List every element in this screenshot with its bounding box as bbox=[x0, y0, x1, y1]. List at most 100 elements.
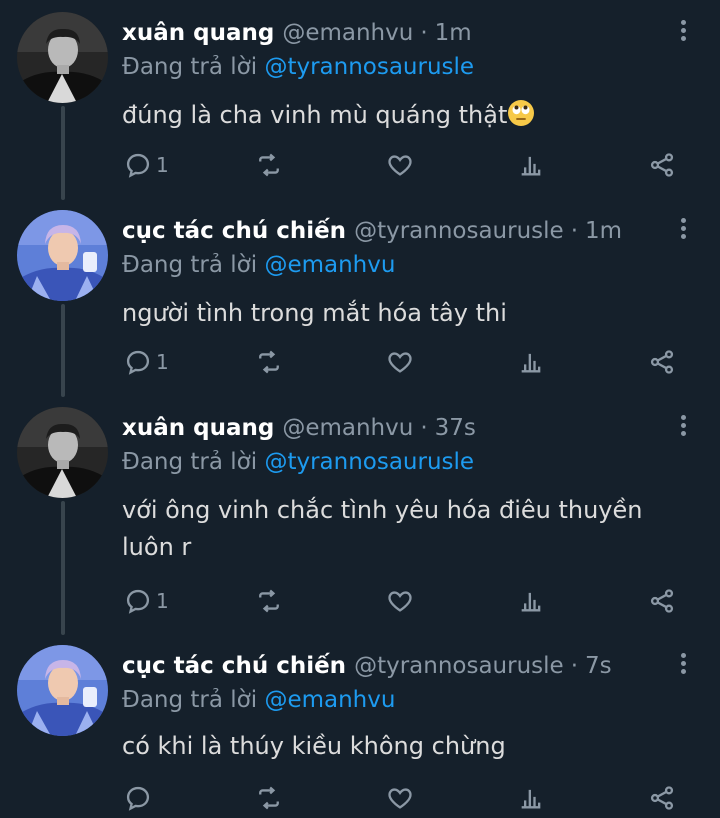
reply-count: 1 bbox=[156, 153, 169, 177]
reply-icon bbox=[124, 348, 152, 376]
share-icon bbox=[648, 348, 676, 376]
tweet-text-content: đúng là cha vinh mù quáng thật bbox=[122, 101, 508, 129]
avatar[interactable] bbox=[17, 645, 108, 736]
timestamp[interactable]: 1m bbox=[585, 218, 622, 244]
stats-icon bbox=[517, 784, 545, 812]
share-button[interactable] bbox=[648, 148, 676, 182]
face-with-rolling-eyes-icon bbox=[508, 100, 535, 126]
separator: · bbox=[570, 218, 578, 244]
reply-icon bbox=[124, 784, 152, 812]
like-icon bbox=[386, 348, 414, 376]
tweet[interactable]: cục tác chú chiến @tyrannosaurusle · 7s … bbox=[0, 633, 720, 818]
retweet-icon bbox=[255, 348, 283, 376]
analytics-button[interactable] bbox=[517, 345, 545, 379]
like-icon bbox=[386, 784, 414, 812]
tweet-header: xuân quang @emanhvu · 1m bbox=[122, 20, 472, 52]
retweet-icon bbox=[255, 151, 283, 179]
display-name[interactable]: cục tác chú chiến bbox=[122, 218, 346, 244]
reply-icon bbox=[124, 151, 152, 179]
analytics-button[interactable] bbox=[517, 148, 545, 182]
timestamp[interactable]: 1m bbox=[435, 20, 472, 46]
retweet-icon bbox=[255, 587, 283, 615]
mention-link[interactable]: @emanhvu bbox=[264, 687, 395, 713]
user-handle: @tyrannosaurusle bbox=[354, 653, 564, 679]
share-icon bbox=[648, 784, 676, 812]
retweet-button[interactable] bbox=[255, 781, 283, 815]
tweet-text-content: có khi là thúy kiều không chừng bbox=[122, 732, 506, 760]
retweet-button[interactable] bbox=[255, 584, 283, 618]
mention-link[interactable]: @tyrannosaurusle bbox=[264, 449, 474, 475]
separator: · bbox=[420, 415, 428, 441]
tweet-actions: 1 bbox=[122, 345, 682, 379]
reply-button[interactable]: 1 bbox=[124, 345, 169, 379]
retweet-button[interactable] bbox=[255, 345, 283, 379]
tweet-actions: 1 bbox=[122, 148, 682, 182]
like-button[interactable] bbox=[386, 584, 414, 618]
tweet[interactable]: xuân quang @emanhvu · 1m Đang trả lời @t… bbox=[0, 0, 720, 200]
tweet[interactable]: xuân quang @emanhvu · 37s Đang trả lời @… bbox=[0, 395, 720, 635]
like-button[interactable] bbox=[386, 345, 414, 379]
tweet-header: cục tác chú chiến @tyrannosaurusle · 7s bbox=[122, 653, 612, 685]
more-icon[interactable] bbox=[678, 415, 688, 441]
display-name[interactable]: cục tác chú chiến bbox=[122, 653, 346, 679]
reply-count: 1 bbox=[156, 589, 169, 613]
more-icon[interactable] bbox=[678, 653, 688, 679]
replying-to: Đang trả lời @emanhvu bbox=[122, 252, 395, 278]
replying-to-label: Đang trả lời bbox=[122, 449, 258, 475]
replying-to: Đang trả lời @tyrannosaurusle bbox=[122, 449, 474, 475]
tweet-text: đúng là cha vinh mù quáng thật bbox=[122, 97, 702, 134]
share-icon bbox=[648, 587, 676, 615]
separator: · bbox=[420, 20, 428, 46]
tweet-actions bbox=[122, 781, 682, 815]
tweet-text: có khi là thúy kiều không chừng bbox=[122, 728, 702, 765]
stats-icon bbox=[517, 348, 545, 376]
avatar[interactable] bbox=[17, 12, 108, 103]
timestamp[interactable]: 7s bbox=[585, 653, 612, 679]
reply-button[interactable]: 1 bbox=[124, 148, 169, 182]
mention-link[interactable]: @emanhvu bbox=[264, 252, 395, 278]
replying-to: Đang trả lời @tyrannosaurusle bbox=[122, 54, 474, 80]
retweet-icon bbox=[255, 784, 283, 812]
analytics-button[interactable] bbox=[517, 781, 545, 815]
replying-to: Đang trả lời @emanhvu bbox=[122, 687, 395, 713]
retweet-button[interactable] bbox=[255, 148, 283, 182]
replying-to-label: Đang trả lời bbox=[122, 252, 258, 278]
separator: · bbox=[570, 653, 578, 679]
tweet-header: xuân quang @emanhvu · 37s bbox=[122, 415, 476, 447]
more-icon[interactable] bbox=[678, 218, 688, 244]
like-icon bbox=[386, 151, 414, 179]
display-name[interactable]: xuân quang bbox=[122, 415, 274, 441]
share-icon bbox=[648, 151, 676, 179]
reply-icon bbox=[124, 587, 152, 615]
like-button[interactable] bbox=[386, 148, 414, 182]
reply-count: 1 bbox=[156, 350, 169, 374]
reply-thread: xuân quang @emanhvu · 1m Đang trả lời @t… bbox=[0, 0, 720, 818]
share-button[interactable] bbox=[648, 345, 676, 379]
tweet-actions: 1 bbox=[122, 584, 682, 618]
share-button[interactable] bbox=[648, 584, 676, 618]
avatar[interactable] bbox=[17, 407, 108, 498]
tweet-header: cục tác chú chiến @tyrannosaurusle · 1m bbox=[122, 218, 622, 250]
thread-connector bbox=[61, 106, 65, 200]
user-handle: @tyrannosaurusle bbox=[354, 218, 564, 244]
avatar[interactable] bbox=[17, 210, 108, 301]
user-handle: @emanhvu bbox=[282, 415, 414, 441]
reply-button[interactable]: 1 bbox=[124, 584, 169, 618]
timestamp[interactable]: 37s bbox=[435, 415, 476, 441]
replying-to-label: Đang trả lời bbox=[122, 687, 258, 713]
tweet-text-content: người tình trong mắt hóa tây thi bbox=[122, 299, 507, 327]
like-icon bbox=[386, 587, 414, 615]
analytics-button[interactable] bbox=[517, 584, 545, 618]
mention-link[interactable]: @tyrannosaurusle bbox=[264, 54, 474, 80]
share-button[interactable] bbox=[648, 781, 676, 815]
tweet-text: với ông vinh chắc tình yêu hóa điêu thuy… bbox=[122, 492, 694, 566]
tweet-text-content: với ông vinh chắc tình yêu hóa điêu thuy… bbox=[122, 496, 643, 561]
reply-button[interactable] bbox=[124, 781, 156, 815]
tweet[interactable]: cục tác chú chiến @tyrannosaurusle · 1m … bbox=[0, 198, 720, 397]
display-name[interactable]: xuân quang bbox=[122, 20, 274, 46]
more-icon[interactable] bbox=[678, 20, 688, 46]
user-handle: @emanhvu bbox=[282, 20, 414, 46]
tweet-text: người tình trong mắt hóa tây thi bbox=[122, 295, 702, 332]
stats-icon bbox=[517, 587, 545, 615]
like-button[interactable] bbox=[386, 781, 414, 815]
